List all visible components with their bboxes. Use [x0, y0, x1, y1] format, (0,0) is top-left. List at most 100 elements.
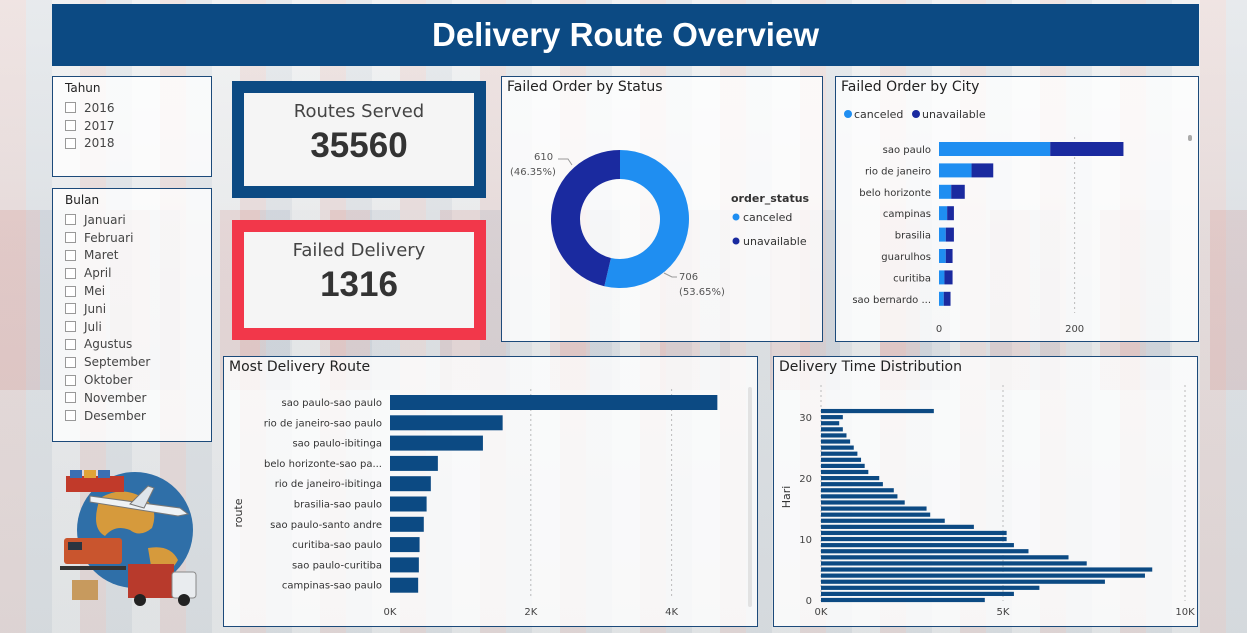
day-bar[interactable] — [821, 427, 843, 432]
day-bar[interactable] — [821, 445, 854, 450]
route-bar[interactable] — [390, 435, 483, 451]
bulan-option[interactable]: Januari — [65, 211, 211, 229]
day-bar[interactable] — [821, 536, 1007, 542]
day-bar[interactable] — [821, 457, 862, 462]
day-bar[interactable] — [821, 482, 883, 487]
category-label: guarulhos — [881, 252, 931, 263]
bar-unavailable[interactable] — [945, 249, 953, 263]
day-bar[interactable] — [821, 573, 1145, 578]
checkbox[interactable] — [65, 137, 76, 149]
day-bar[interactable] — [821, 494, 898, 499]
tahun-option[interactable]: 2017 — [65, 117, 211, 135]
bar-canceled[interactable] — [939, 249, 946, 263]
bulan-option[interactable]: Desember — [65, 407, 211, 425]
route-bar[interactable] — [390, 395, 718, 410]
day-bar[interactable] — [821, 433, 847, 438]
day-bar[interactable] — [821, 475, 880, 481]
bulan-option[interactable]: Oktober — [65, 371, 211, 389]
day-bar[interactable] — [821, 421, 840, 426]
bar-canceled[interactable] — [939, 163, 972, 178]
checkbox[interactable] — [65, 356, 76, 368]
day-bar[interactable] — [821, 512, 931, 517]
day-bar[interactable] — [821, 415, 843, 420]
day-bar[interactable] — [821, 597, 985, 603]
legend-dot-canceled[interactable] — [844, 110, 852, 118]
checkbox[interactable] — [65, 303, 76, 315]
bar-unavailable[interactable] — [947, 206, 954, 221]
scrollbar[interactable] — [748, 387, 752, 607]
tahun-option-label: 2018 — [84, 136, 115, 151]
route-bar[interactable] — [390, 476, 431, 492]
legend-title: order_status — [731, 192, 810, 205]
route-bar[interactable] — [390, 557, 419, 573]
tahun-option[interactable]: 2018 — [65, 135, 211, 153]
bulan-option[interactable]: November — [65, 389, 211, 407]
route-bar[interactable] — [390, 537, 420, 553]
bar-canceled[interactable] — [939, 184, 952, 199]
bar-canceled[interactable] — [939, 142, 1051, 156]
bar-unavailable[interactable] — [945, 227, 954, 242]
bulan-option[interactable]: Agustus — [65, 336, 211, 354]
day-bar[interactable] — [821, 561, 1087, 566]
checkbox[interactable] — [65, 285, 76, 297]
checkbox[interactable] — [65, 267, 76, 279]
day-bar[interactable] — [821, 530, 1007, 536]
checkbox[interactable] — [65, 214, 76, 226]
day-bar[interactable] — [821, 463, 865, 469]
legend-dot-unavailable[interactable] — [912, 110, 920, 118]
day-bar[interactable] — [821, 543, 1014, 548]
bar-canceled[interactable] — [939, 291, 944, 306]
day-bar[interactable] — [821, 549, 1029, 554]
bulan-option[interactable]: Maret — [65, 247, 211, 265]
checkbox[interactable] — [65, 392, 76, 404]
day-bar[interactable] — [821, 579, 1105, 584]
bulan-option[interactable]: Juni — [65, 300, 211, 318]
bulan-option[interactable]: Mei — [65, 282, 211, 300]
tahun-option[interactable]: 2016 — [65, 99, 211, 117]
bar-unavailable[interactable] — [943, 291, 951, 306]
bulan-option[interactable]: Juli — [65, 318, 211, 336]
route-bar[interactable] — [390, 455, 438, 471]
bulan-option[interactable]: September — [65, 353, 211, 371]
day-bar[interactable] — [821, 591, 1014, 597]
train-icon — [64, 538, 122, 564]
day-bar[interactable] — [821, 439, 851, 444]
day-bar[interactable] — [821, 567, 1153, 572]
day-bar[interactable] — [821, 469, 869, 475]
kpi-routes-served: Routes Served 35560 — [232, 81, 486, 198]
bar-unavailable[interactable] — [1050, 142, 1124, 156]
bar-unavailable[interactable] — [944, 270, 953, 285]
bar-unavailable[interactable] — [971, 163, 994, 178]
day-bar[interactable] — [821, 585, 1040, 590]
day-bar[interactable] — [821, 506, 927, 511]
checkbox[interactable] — [65, 232, 76, 244]
day-bar[interactable] — [821, 500, 905, 505]
bar-canceled[interactable] — [939, 206, 948, 221]
dashboard-title: Delivery Route Overview — [52, 4, 1199, 66]
route-bar[interactable] — [390, 577, 419, 593]
bar-unavailable[interactable] — [951, 184, 965, 199]
day-bar[interactable] — [821, 555, 1069, 560]
route-bar[interactable] — [390, 496, 427, 512]
checkbox[interactable] — [65, 120, 76, 132]
bar-canceled[interactable] — [939, 227, 946, 242]
scrollbar[interactable] — [1188, 135, 1192, 141]
checkbox[interactable] — [65, 338, 76, 350]
checkbox[interactable] — [65, 410, 76, 422]
checkbox[interactable] — [65, 249, 76, 261]
day-bar[interactable] — [821, 488, 894, 493]
day-bar[interactable] — [821, 518, 945, 523]
day-bar[interactable] — [821, 524, 974, 529]
checkbox[interactable] — [65, 374, 76, 386]
checkbox[interactable] — [65, 321, 76, 333]
route-bar[interactable] — [390, 516, 424, 532]
bulan-option[interactable]: Februari — [65, 229, 211, 247]
day-bar[interactable] — [821, 451, 858, 456]
bulan-option[interactable]: April — [65, 264, 211, 282]
route-bar[interactable] — [390, 415, 503, 431]
legend-dot-unavailable[interactable] — [732, 237, 740, 245]
bar-canceled[interactable] — [939, 270, 945, 285]
checkbox[interactable] — [65, 102, 76, 114]
day-bar[interactable] — [821, 408, 934, 414]
legend-dot-canceled[interactable] — [732, 213, 740, 221]
